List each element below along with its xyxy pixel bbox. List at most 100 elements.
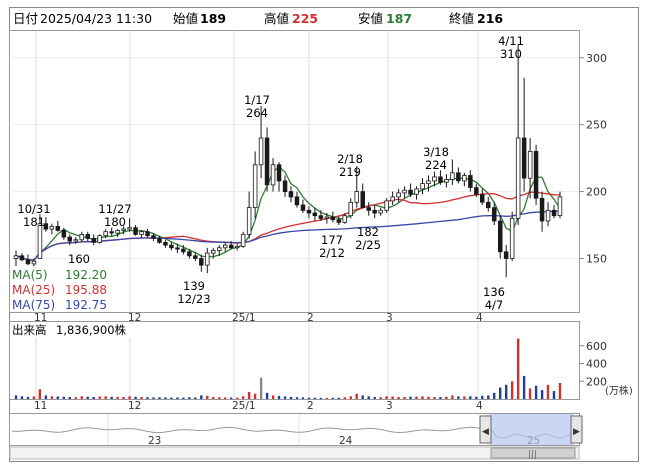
close-value: 216	[477, 11, 503, 26]
annotation-date: 2/18	[337, 152, 363, 166]
volume-bar	[224, 397, 227, 399]
annotation-value: 224	[425, 158, 447, 172]
volume-bar	[337, 397, 340, 399]
legend-ma75-label: MA(75)	[12, 298, 55, 312]
volume-x-tick-label: 11	[34, 400, 47, 412]
candle-body	[444, 179, 449, 183]
candle-body	[330, 216, 336, 221]
volume-bar	[439, 397, 442, 399]
navigator-selection[interactable]	[489, 414, 573, 445]
volume-bar	[242, 396, 245, 399]
candle-body	[414, 188, 419, 195]
volume-bar	[373, 397, 376, 399]
candle-body	[515, 137, 521, 219]
candle-body	[252, 164, 258, 209]
candle-body	[497, 220, 503, 253]
volume-bar	[289, 396, 293, 399]
candle-body	[390, 196, 395, 202]
candle-body	[354, 191, 359, 203]
annotation-date: 3/18	[423, 145, 449, 159]
scrollbar[interactable]: |||	[9, 446, 580, 460]
legend-ma25-value: 195.88	[65, 283, 107, 297]
volume-bar	[403, 397, 406, 399]
candle-body	[366, 207, 371, 211]
candle-body	[49, 225, 55, 230]
volume-bar	[236, 397, 239, 399]
volume-bar	[457, 396, 460, 399]
volume-x-tick-label: 25/1	[232, 400, 256, 412]
volume-bar	[385, 396, 388, 399]
low-value: 187	[386, 11, 412, 26]
volume-bar	[379, 397, 382, 399]
volume-bar	[265, 392, 269, 399]
candle-body	[527, 150, 533, 179]
ma-legend: MA(5) 192.20 MA(25) 195.88 MA(75) 192.75	[10, 266, 108, 312]
navigator-year-label: 24	[339, 435, 353, 447]
volume-bar	[86, 396, 89, 399]
volume-title-value: 1,836,900株	[56, 323, 127, 337]
candle-body	[61, 229, 67, 238]
volume-bar	[421, 396, 424, 399]
candle-body	[503, 251, 509, 259]
candle-body	[133, 227, 138, 235]
low-label: 安値	[358, 11, 383, 26]
navigator-left-handle[interactable]: ◀	[479, 415, 492, 444]
candle-body	[127, 227, 132, 230]
volume-bar	[56, 396, 59, 399]
volume-bar	[20, 396, 24, 399]
candle-body	[169, 244, 174, 249]
close-label: 終値	[449, 11, 474, 26]
candle-body	[318, 215, 324, 219]
volume-bar	[475, 396, 478, 399]
volume-bar	[146, 397, 149, 399]
volume-bar	[445, 396, 448, 399]
volume-bar	[295, 397, 299, 399]
annotation-date: 1/17	[244, 93, 270, 107]
volume-bar	[319, 397, 323, 399]
volume-bar	[230, 397, 233, 399]
volume-bar	[188, 397, 191, 399]
volume-axis-label: 200	[586, 375, 607, 388]
candle-body	[450, 172, 455, 180]
navigator-right-handle[interactable]: ▶	[570, 415, 583, 444]
volume-bar	[218, 397, 221, 399]
volume-bar	[552, 391, 556, 399]
volume-title: 出来高 1,836,900株	[10, 322, 132, 338]
navigator-year-label: 23	[148, 435, 161, 447]
candle-body	[474, 187, 479, 195]
candle-body	[240, 233, 246, 247]
volume-x-tick-label: 12	[128, 400, 141, 412]
volume-bar	[469, 396, 472, 399]
volume-bar	[50, 396, 54, 399]
candle-body	[426, 180, 431, 184]
candle-body	[216, 247, 222, 251]
volume-bar	[313, 397, 317, 399]
chart-svg: 日付 2025/04/23 11:30 始値 189 高値 225 安値 187…	[9, 7, 639, 462]
volume-bar	[32, 396, 36, 399]
volume-bar	[116, 396, 119, 399]
candle-body	[306, 209, 312, 214]
volume-bar	[433, 396, 436, 399]
price-x-tick-label: 4	[476, 312, 483, 324]
candle-body	[479, 193, 485, 203]
left-handle-arrow-icon: ◀	[482, 427, 489, 437]
price-axis-label: 200	[586, 186, 607, 199]
volume-bar	[170, 397, 173, 399]
candle-body	[336, 219, 342, 223]
annotation-date: 2/12	[319, 246, 345, 260]
volume-bar	[200, 395, 203, 399]
volume-bar	[499, 387, 502, 399]
volume-bar	[355, 393, 358, 399]
annotation-value: 219	[339, 165, 361, 179]
legend-ma25-label: MA(25)	[12, 283, 55, 297]
candle-body	[157, 237, 162, 243]
volume-bar	[253, 393, 257, 399]
candle-body	[19, 255, 25, 261]
volume-bar	[391, 396, 394, 399]
candle-body	[115, 229, 120, 234]
candle-body	[432, 176, 437, 182]
volume-bar	[182, 397, 185, 399]
volume-bar	[104, 396, 107, 399]
candle-body	[73, 239, 79, 242]
candle-body	[288, 191, 294, 198]
